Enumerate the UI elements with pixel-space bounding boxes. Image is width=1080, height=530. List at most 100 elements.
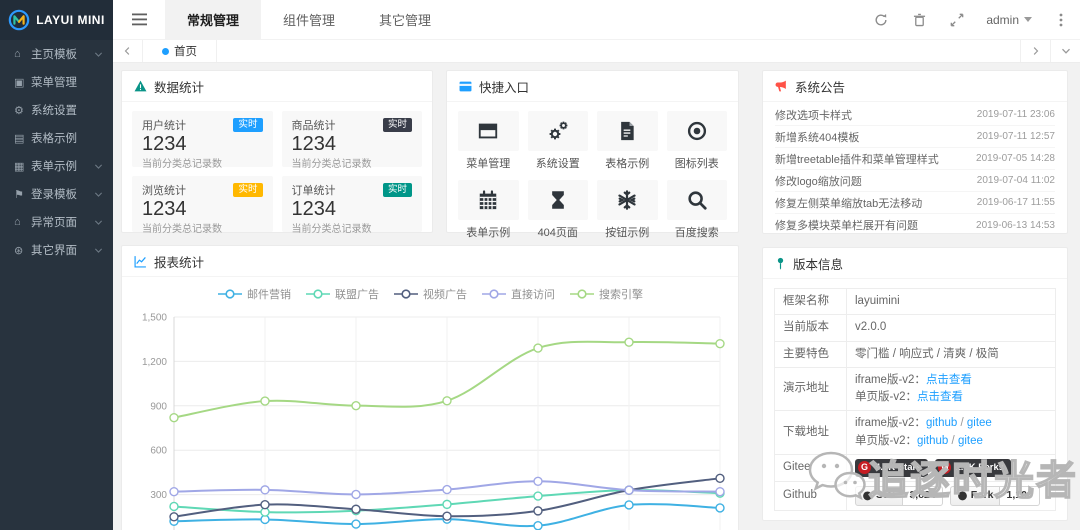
sidebar-item-form-demo[interactable]: ▦ 表单示例 [0,152,113,180]
legend-marker-icon [218,289,242,299]
home-icon: ⌂ [14,216,21,228]
svg-text:1,500: 1,500 [142,313,167,324]
stat-card-orders[interactable]: 订单统计 实时 1234 当前分类总记录数 [281,176,422,235]
top-header: 常规管理 组件管理 其它管理 admin [113,0,1080,40]
sidebar-item-menu-management[interactable]: ▣ 菜单管理 [0,68,113,96]
github-star-button[interactable]: Star [855,486,904,506]
trash-icon [913,13,925,26]
refresh-button[interactable] [862,0,900,40]
announcements-panel: 系统公告 修改选项卡样式 2019-07-11 23:06 新增系统404模板 … [762,70,1068,234]
download-gitee-link[interactable]: gitee [958,435,983,447]
announcement-item[interactable]: 修改选项卡样式 2019-07-11 23:06 [775,104,1055,126]
status-badge: 实时 [382,182,412,198]
legend-item[interactable]: 搜索引擎 [569,286,643,302]
module-tab-components[interactable]: 组件管理 [261,0,357,39]
gitee-stars-badge[interactable]: G 4.6K Stars [855,458,929,477]
more-vertical-icon [1059,13,1063,26]
sidebar-item-label: 表单示例 [31,161,77,173]
quick-entry-system-settings[interactable]: 系统设置 [527,111,588,171]
legend-item[interactable]: 直接访问 [481,286,555,302]
more-menu-button[interactable] [1042,0,1080,40]
sidebar-item-system-settings[interactable]: ⚙ 系统设置 [0,96,113,124]
stat-card-views[interactable]: 浏览统计 实时 1234 当前分类总记录数 [132,176,273,235]
tab-scroll-right-button[interactable] [1020,40,1050,62]
flag-icon: ⚑ [14,188,24,201]
module-tab-other[interactable]: 其它管理 [357,0,453,39]
demo-iframe-link[interactable]: 点击查看 [926,374,972,386]
announcement-item[interactable]: 修复多模块菜单栏展开有问题 2019-06-13 14:53 [775,214,1055,236]
quick-entry-baidu-search[interactable]: 百度搜索 [666,180,727,240]
download-github-link[interactable]: github [926,417,957,429]
announcement-item[interactable]: 新增treetable插件和菜单管理样式 2019-07-05 14:28 [775,148,1055,170]
legend-marker-icon [306,289,330,299]
tab-dropdown-button[interactable] [1050,40,1080,62]
download-gitee-link[interactable]: gitee [967,417,992,429]
sidebar-item-login-template[interactable]: ⚑ 登录模板 [0,180,113,208]
quick-entry-form-demo[interactable]: 表单示例 [458,180,519,240]
github-fork-count[interactable]: 1,100 [1000,486,1040,506]
sidebar-item-label: 登录模板 [31,189,77,201]
gitee-logo-icon: G [858,461,871,475]
user-dropdown[interactable]: admin [976,13,1042,27]
sidebar-item-table-demo[interactable]: ▤ 表格示例 [0,124,113,152]
quick-entry-icon-list[interactable]: 图标列表 [666,111,727,171]
sidebar-item-label: 系统设置 [31,105,77,117]
fullscreen-icon [950,13,964,26]
chevron-down-icon [1061,48,1070,54]
stat-card-products[interactable]: 商品统计 实时 1234 当前分类总记录数 [281,111,422,170]
github-star-count[interactable]: 3,824 [903,486,943,506]
username: admin [986,12,1019,27]
home-icon: ⌂ [14,48,21,60]
quick-entry-button-demo[interactable]: 按钮示例 [597,180,658,240]
sidebar-item-home-template[interactable]: ⌂ 主页模板 [0,40,113,68]
collapse-sidebar-button[interactable] [113,0,165,39]
chevron-left-icon [124,47,130,55]
table-row: 演示地址 iframe版-v2：点击查看 单页版-v2：点击查看 [774,366,1056,412]
download-github-link[interactable]: github [917,435,948,447]
data-stats-panel: 数据统计 用户统计 实时 1234 当前分类总记录数 商品统计 实时 1234 … [121,70,433,235]
report-stats-panel: 报表统计 邮件营销联盟广告视频广告直接访问搜索引擎 03006009001,20… [121,245,739,530]
svg-text:600: 600 [150,446,167,457]
line-chart-icon [134,255,146,268]
chevron-down-icon [94,248,103,253]
table-row: 主要特色 零门槛 / 响应式 / 清爽 / 极简 [774,340,1056,368]
sidebar-item-label: 异常页面 [31,217,77,229]
chevron-down-icon [94,52,103,57]
legend-item[interactable]: 联盟广告 [305,286,379,302]
chevron-down-icon [94,164,103,169]
status-badge: 实时 [382,117,412,133]
report-chart-svg[interactable]: 03006009001,2001,500 [128,307,732,530]
clear-cache-button[interactable] [900,0,938,40]
tab-scroll-left-button[interactable] [113,40,143,62]
stat-caption: 当前分类总记录数 [291,159,372,170]
announcement-item[interactable]: 新增系统404模板 2019-07-11 12:57 [775,126,1055,148]
demo-spa-link[interactable]: 点击查看 [917,391,963,403]
quick-entry-404-page[interactable]: 404页面 [527,180,588,240]
sidebar-item-other-ui[interactable]: ⊛ 其它界面 [0,236,113,264]
quick-entry-menu-management[interactable]: 菜单管理 [458,111,519,171]
stat-value: 1234 [291,133,337,155]
table-row: 当前版本 v2.0.0 [774,314,1056,342]
legend-item[interactable]: 邮件营销 [217,286,291,302]
stat-card-users[interactable]: 用户统计 实时 1234 当前分类总记录数 [132,111,273,170]
sidebar-item-label: 菜单管理 [31,77,77,89]
app-logo[interactable]: LAYUI MINI [0,0,113,40]
github-fork-button[interactable]: Fork [949,486,1001,506]
fullscreen-button[interactable] [938,0,976,40]
announcement-item[interactable]: 修复左侧菜单缩放tab无法移动 2019-06-17 11:55 [775,192,1055,214]
card-icon [459,81,472,91]
sidebar-item-label: 主页模板 [31,49,77,61]
panel-title: 报表统计 [154,255,205,270]
warning-triangle-icon [134,80,147,92]
legend-item[interactable]: 视频广告 [393,286,467,302]
sidebar-item-label: 其它界面 [31,245,77,257]
quick-entry-table-demo[interactable]: 表格示例 [597,111,658,171]
component-icon: ⊛ [14,244,24,257]
gitee-forks-badge[interactable]: G 1.5K Forks [935,458,1012,477]
chevron-down-icon [94,192,103,197]
tab-home[interactable]: 首页 [143,40,217,62]
announcement-item[interactable]: 修改logo缩放问题 2019-07-04 11:02 [775,170,1055,192]
module-tab-general[interactable]: 常规管理 [165,0,262,39]
sidebar-item-error-pages[interactable]: ⌂ 异常页面 [0,208,113,236]
panel-title: 系统公告 [795,80,846,95]
